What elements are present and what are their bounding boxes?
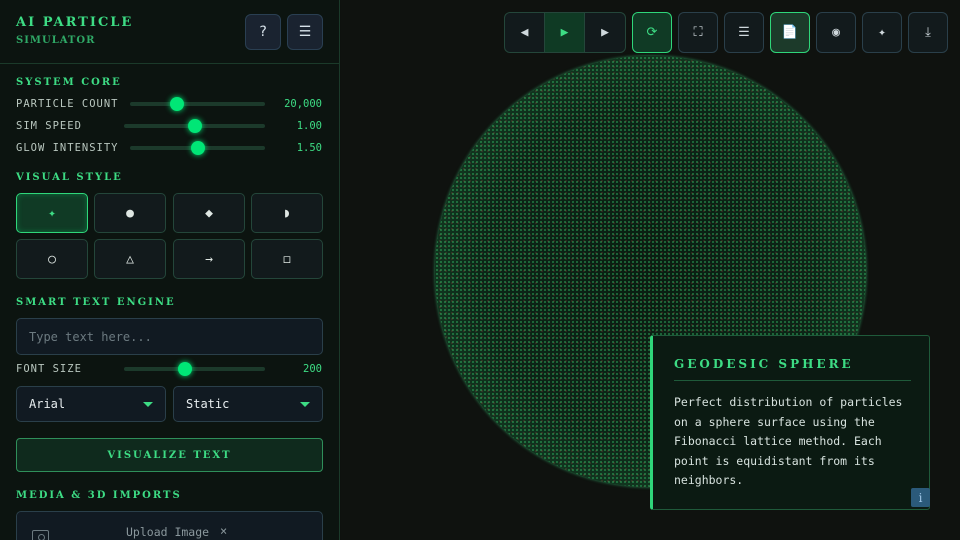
next-button[interactable]: ▶ [585,13,625,52]
style-arrow-button[interactable]: → [173,239,245,279]
particle-count-thumb[interactable] [170,97,185,111]
sim-speed-value: 1.00 [296,120,322,132]
shape-info-panel: GEODESIC SPHERE Perfect distribution of … [650,335,930,510]
info-icon[interactable]: i [911,488,930,507]
play-button[interactable]: ▶ [545,13,585,52]
chevron-down-icon [300,401,310,407]
section-media-imports: MEDIA & 3D IMPORTS [16,490,182,501]
font-family-select[interactable]: Arial [16,386,166,422]
visualize-text-button[interactable]: VISUALIZE TEXT [16,438,323,472]
help-button[interactable]: ? [245,14,281,50]
chevron-down-icon [143,401,153,407]
glow-intensity-value: 1.50 [296,142,322,154]
upload-image-button[interactable]: Upload Image × [16,511,323,540]
glow-intensity-label: GLOW INTENSITY [16,142,119,154]
style-sparkle-button[interactable]: ✦ [16,193,88,233]
clear-upload-icon[interactable]: × [220,524,227,538]
list-button[interactable]: ☰ [724,12,764,53]
app-title: AI PARTICLE [16,15,134,30]
download-button[interactable]: ⤓ [908,12,948,53]
document-button[interactable]: 📄 [770,12,810,53]
style-square-button[interactable]: ◻ [251,239,323,279]
particle-count-label: PARTICLE COUNT [16,98,119,110]
particle-count-value: 20,000 [284,98,322,110]
particle-count-slider[interactable] [130,97,265,111]
sim-speed-slider[interactable] [124,119,265,133]
font-size-thumb[interactable] [177,362,192,376]
playback-controls: ◀ ▶ ▶ [504,12,626,53]
style-halfmoon-button[interactable]: ◗ [251,193,323,233]
glow-intensity-thumb[interactable] [190,141,205,155]
text-mode-value: Static [186,397,230,411]
font-size-slider[interactable] [124,362,265,376]
text-input[interactable] [16,318,323,355]
style-diamond-button[interactable]: ◆ [173,193,245,233]
info-title: GEODESIC SPHERE [674,357,854,371]
section-smart-text: SMART TEXT ENGINE [16,297,176,308]
control-sidebar: AI PARTICLE SIMULATOR ? ☰ SYSTEM CORE PA… [0,0,340,540]
font-family-value: Arial [29,397,66,411]
info-description: Perfect distribution of particles on a s… [674,395,903,487]
style-triangle-button[interactable]: △ [94,239,166,279]
style-dot-button[interactable]: ● [94,193,166,233]
app-subtitle: SIMULATOR [16,35,96,46]
sim-speed-thumb[interactable] [187,119,202,133]
camera-icon [32,530,49,540]
text-mode-select[interactable]: Static [173,386,323,422]
previous-button[interactable]: ◀ [505,13,545,52]
glow-intensity-slider[interactable] [130,141,265,155]
reset-button[interactable]: ⟳ [632,12,672,53]
simulation-viewport[interactable]: ◀ ▶ ▶ ⟳ ⛶ ☰ 📄 ◉ ✦ ⤓ GEODESIC SPHERE Perf… [341,0,960,540]
section-system-core: SYSTEM CORE [16,77,122,88]
menu-button[interactable]: ☰ [287,14,323,50]
sidebar-header: AI PARTICLE SIMULATOR ? ☰ [0,0,339,64]
font-size-value: 200 [303,363,322,375]
fullscreen-button[interactable]: ⛶ [678,12,718,53]
upload-image-label: Upload Image [126,525,210,539]
section-visual-style: VISUAL STYLE [16,172,123,183]
sim-speed-label: SIM SPEED [16,120,82,132]
info-divider [674,380,911,381]
font-size-label: FONT SIZE [16,363,82,375]
sparkle-button[interactable]: ✦ [862,12,902,53]
record-button[interactable]: ◉ [816,12,856,53]
style-ring-button[interactable]: ○ [16,239,88,279]
